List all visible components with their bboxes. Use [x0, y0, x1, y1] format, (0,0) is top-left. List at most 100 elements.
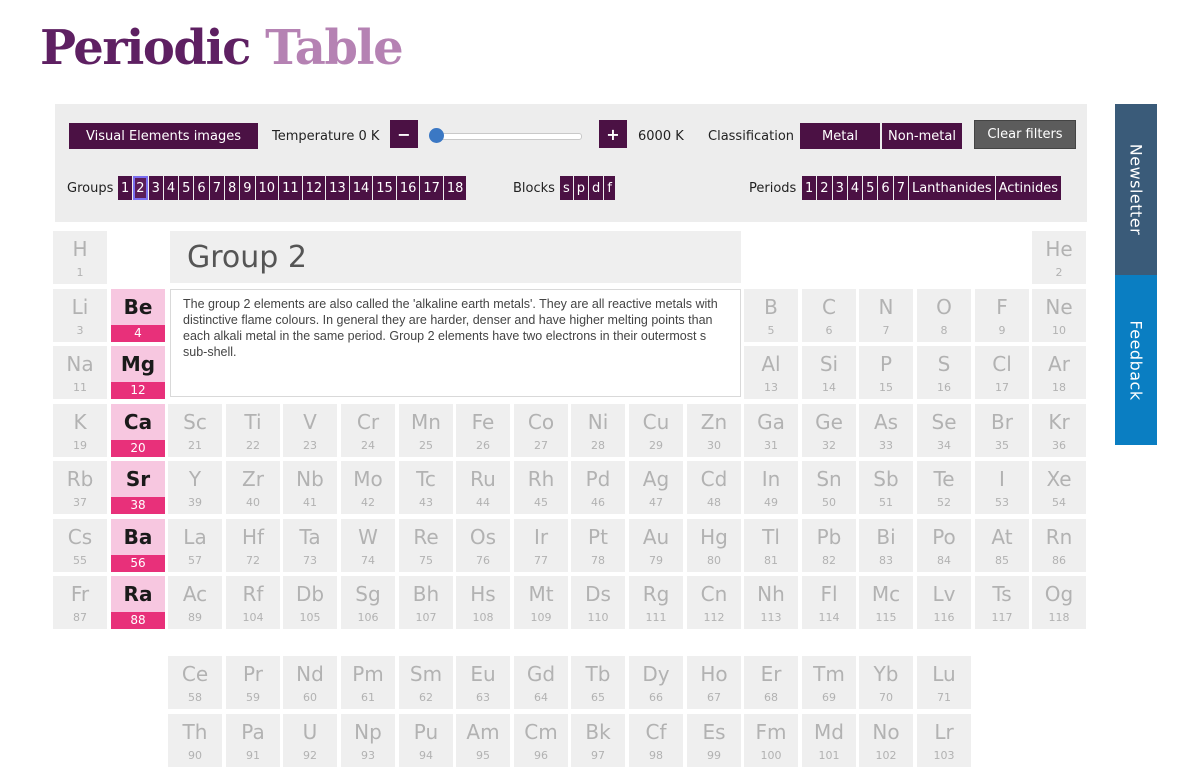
element-cell-rf[interactable]: Rf 104	[226, 576, 280, 629]
element-cell-fl[interactable]: Fl 114	[802, 576, 856, 629]
element-cell-pd[interactable]: Pd 46	[571, 461, 625, 514]
element-cell-y[interactable]: Y 39	[168, 461, 222, 514]
element-cell-lr[interactable]: Lr 103	[917, 714, 971, 767]
element-cell-gd[interactable]: Gd 64	[514, 656, 568, 709]
element-cell-dy[interactable]: Dy 66	[629, 656, 683, 709]
element-cell-sm[interactable]: Sm 62	[399, 656, 453, 709]
element-cell-p[interactable]: P 15	[859, 346, 913, 399]
element-cell-tc[interactable]: Tc 43	[399, 461, 453, 514]
element-cell-th[interactable]: Th 90	[168, 714, 222, 767]
element-cell-pr[interactable]: Pr 59	[226, 656, 280, 709]
element-cell-cd[interactable]: Cd 48	[687, 461, 741, 514]
element-cell-bk[interactable]: Bk 97	[571, 714, 625, 767]
element-cell-at[interactable]: At 85	[975, 519, 1029, 572]
element-cell-la[interactable]: La 57	[168, 519, 222, 572]
element-cell-h[interactable]: H1	[53, 231, 107, 284]
element-cell-ca[interactable]: Ca 20	[111, 404, 165, 457]
element-cell-pb[interactable]: Pb 82	[802, 519, 856, 572]
element-cell-u[interactable]: U 92	[283, 714, 337, 767]
element-cell-bi[interactable]: Bi 83	[859, 519, 913, 572]
element-cell-mc[interactable]: Mc 115	[859, 576, 913, 629]
element-cell-ga[interactable]: Ga 31	[744, 404, 798, 457]
element-cell-re[interactable]: Re 75	[399, 519, 453, 572]
element-cell-fe[interactable]: Fe 26	[456, 404, 510, 457]
element-cell-cu[interactable]: Cu 29	[629, 404, 683, 457]
element-cell-w[interactable]: W 74	[341, 519, 395, 572]
element-cell-tb[interactable]: Tb 65	[571, 656, 625, 709]
element-cell-ba[interactable]: Ba 56	[111, 519, 165, 572]
element-cell-rn[interactable]: Rn 86	[1032, 519, 1086, 572]
element-cell-np[interactable]: Np 93	[341, 714, 395, 767]
element-cell-hf[interactable]: Hf 72	[226, 519, 280, 572]
element-cell-zn[interactable]: Zn 30	[687, 404, 741, 457]
element-cell-ds[interactable]: Ds 110	[571, 576, 625, 629]
element-cell-c[interactable]: C6	[802, 289, 856, 342]
element-cell-hg[interactable]: Hg 80	[687, 519, 741, 572]
element-cell-lu[interactable]: Lu 71	[917, 656, 971, 709]
element-cell-ni[interactable]: Ni 28	[571, 404, 625, 457]
element-cell-sg[interactable]: Sg 106	[341, 576, 395, 629]
element-cell-te[interactable]: Te 52	[917, 461, 971, 514]
element-cell-tm[interactable]: Tm 69	[802, 656, 856, 709]
element-cell-co[interactable]: Co 27	[514, 404, 568, 457]
element-cell-lv[interactable]: Lv 116	[917, 576, 971, 629]
element-cell-ti[interactable]: Ti 22	[226, 404, 280, 457]
element-cell-am[interactable]: Am 95	[456, 714, 510, 767]
element-cell-n[interactable]: N7	[859, 289, 913, 342]
element-cell-rb[interactable]: Rb 37	[53, 461, 107, 514]
element-cell-po[interactable]: Po 84	[917, 519, 971, 572]
element-cell-pt[interactable]: Pt 78	[571, 519, 625, 572]
feedback-tab[interactable]: Feedback	[1115, 275, 1157, 445]
element-cell-br[interactable]: Br 35	[975, 404, 1029, 457]
element-cell-ag[interactable]: Ag 47	[629, 461, 683, 514]
element-cell-ne[interactable]: Ne 10	[1032, 289, 1086, 342]
element-cell-ra[interactable]: Ra 88	[111, 576, 165, 629]
element-cell-cs[interactable]: Cs 55	[53, 519, 107, 572]
element-cell-nb[interactable]: Nb 41	[283, 461, 337, 514]
element-cell-ho[interactable]: Ho 67	[687, 656, 741, 709]
element-cell-he[interactable]: He 2	[1032, 231, 1086, 284]
element-cell-pa[interactable]: Pa 91	[226, 714, 280, 767]
element-cell-sb[interactable]: Sb 51	[859, 461, 913, 514]
element-cell-pu[interactable]: Pu 94	[399, 714, 453, 767]
element-cell-hs[interactable]: Hs 108	[456, 576, 510, 629]
element-cell-kr[interactable]: Kr 36	[1032, 404, 1086, 457]
element-cell-tl[interactable]: Tl 81	[744, 519, 798, 572]
element-cell-zr[interactable]: Zr 40	[226, 461, 280, 514]
element-cell-mg[interactable]: Mg 12	[111, 346, 165, 399]
element-cell-s[interactable]: S 16	[917, 346, 971, 399]
element-cell-ts[interactable]: Ts 117	[975, 576, 1029, 629]
element-cell-ru[interactable]: Ru 44	[456, 461, 510, 514]
element-cell-es[interactable]: Es 99	[687, 714, 741, 767]
element-cell-cr[interactable]: Cr 24	[341, 404, 395, 457]
element-cell-se[interactable]: Se 34	[917, 404, 971, 457]
element-cell-na[interactable]: Na 11	[53, 346, 107, 399]
element-cell-li[interactable]: Li 3	[53, 289, 107, 342]
element-cell-fm[interactable]: Fm 100	[744, 714, 798, 767]
element-cell-ge[interactable]: Ge 32	[802, 404, 856, 457]
element-cell-in[interactable]: In 49	[744, 461, 798, 514]
element-cell-md[interactable]: Md 101	[802, 714, 856, 767]
element-cell-er[interactable]: Er 68	[744, 656, 798, 709]
element-cell-ce[interactable]: Ce 58	[168, 656, 222, 709]
element-cell-og[interactable]: Og 118	[1032, 576, 1086, 629]
element-cell-mo[interactable]: Mo 42	[341, 461, 395, 514]
element-cell-cn[interactable]: Cn 112	[687, 576, 741, 629]
element-cell-ir[interactable]: Ir 77	[514, 519, 568, 572]
element-cell-rg[interactable]: Rg 111	[629, 576, 683, 629]
element-cell-si[interactable]: Si 14	[802, 346, 856, 399]
element-cell-o[interactable]: O8	[917, 289, 971, 342]
newsletter-tab[interactable]: Newsletter	[1115, 104, 1157, 275]
element-cell-f[interactable]: F9	[975, 289, 1029, 342]
element-cell-ar[interactable]: Ar 18	[1032, 346, 1086, 399]
element-cell-nh[interactable]: Nh 113	[744, 576, 798, 629]
element-cell-fr[interactable]: Fr 87	[53, 576, 107, 629]
element-cell-as[interactable]: As 33	[859, 404, 913, 457]
element-cell-os[interactable]: Os 76	[456, 519, 510, 572]
element-cell-xe[interactable]: Xe 54	[1032, 461, 1086, 514]
element-cell-sc[interactable]: Sc 21	[168, 404, 222, 457]
element-cell-mn[interactable]: Mn 25	[399, 404, 453, 457]
element-cell-al[interactable]: Al 13	[744, 346, 798, 399]
element-cell-be[interactable]: Be 4	[111, 289, 165, 342]
element-cell-db[interactable]: Db 105	[283, 576, 337, 629]
